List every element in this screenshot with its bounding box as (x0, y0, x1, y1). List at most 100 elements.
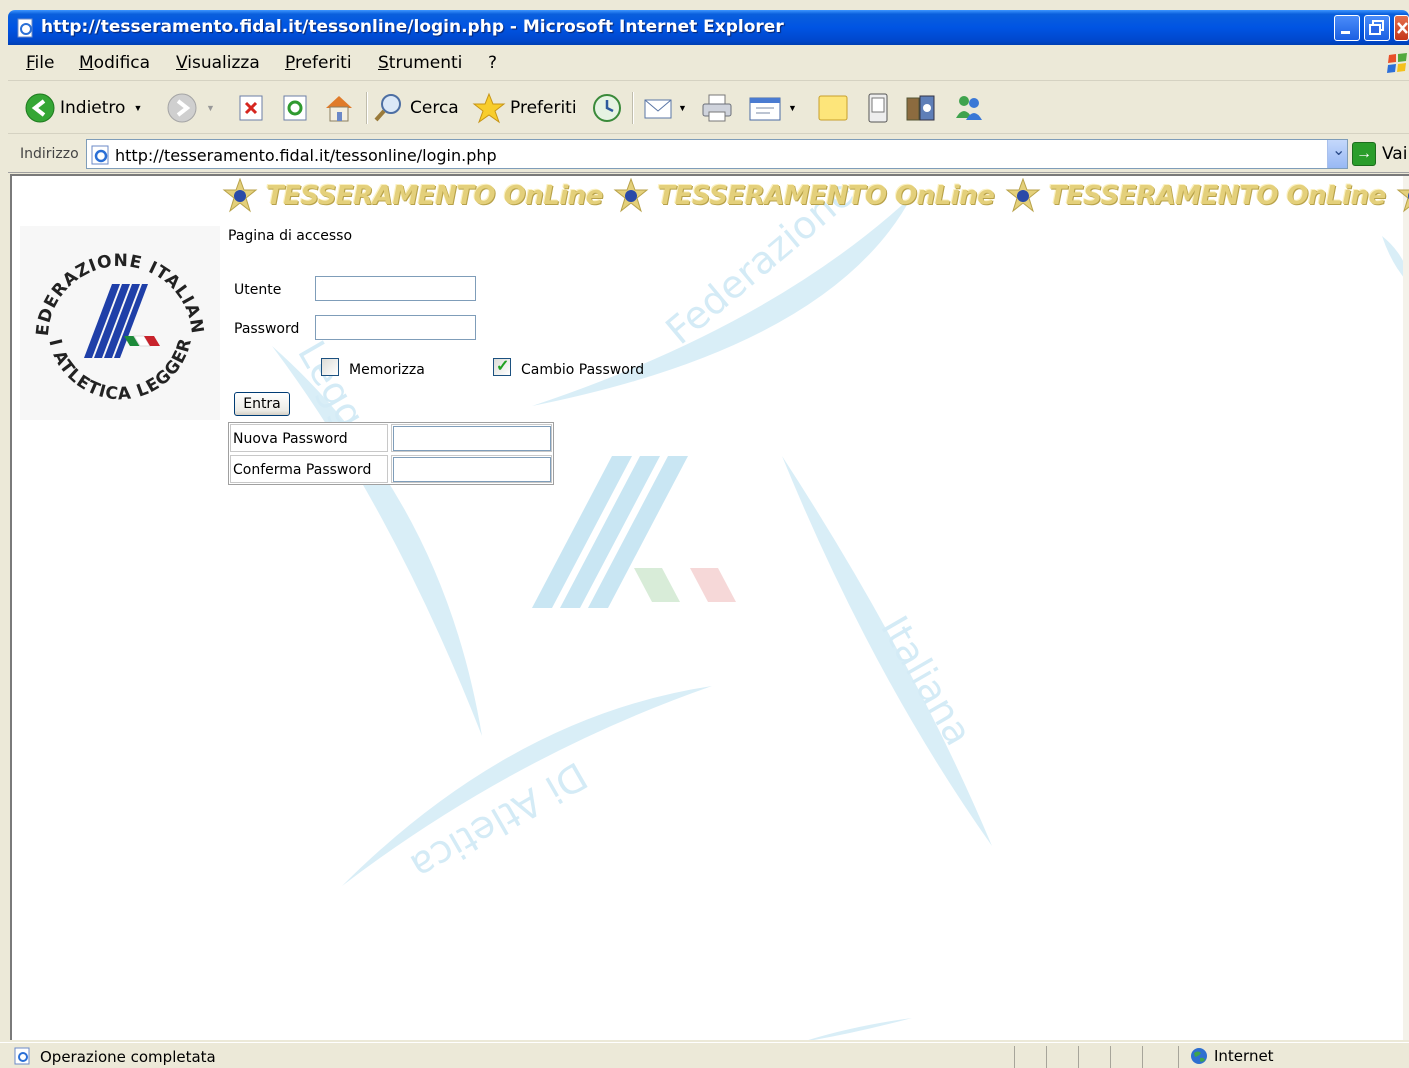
confirm-password-input[interactable] (393, 457, 551, 482)
watermark-italiana: Italiana (872, 609, 981, 753)
close-button[interactable] (1394, 15, 1409, 41)
fidal-badge-icon (613, 178, 649, 213)
go-button[interactable]: → Vai (1352, 141, 1407, 167)
windows-logo-icon (1387, 53, 1407, 73)
research-button[interactable] (864, 92, 892, 124)
edit-button[interactable]: ▼ (748, 92, 797, 124)
forward-button[interactable]: ▼ (166, 92, 215, 124)
menu-preferiti[interactable]: Preferiti (285, 53, 352, 73)
fidal-logo: FEDERAZIONE ITALIANA DI ATLETICA LEGGERA (20, 226, 220, 420)
print-button[interactable] (700, 92, 734, 124)
print-icon (702, 94, 732, 122)
status-text: Operazione completata (40, 1048, 216, 1066)
title-bar[interactable]: http://tesseramento.fidal.it/tessonline/… (8, 10, 1409, 45)
status-pane (1078, 1046, 1079, 1068)
edit-page-icon (749, 97, 781, 121)
go-label: Vai (1382, 144, 1408, 164)
menu-strumenti[interactable]: Strumenti (378, 53, 462, 73)
password-label: Password (234, 321, 300, 337)
stop-icon (239, 95, 263, 121)
status-pane (1014, 1046, 1015, 1068)
back-dropdown-icon[interactable]: ▼ (133, 103, 142, 113)
restore-icon (1369, 20, 1384, 35)
scrollbar[interactable] (1403, 176, 1409, 1040)
media-button[interactable] (904, 92, 938, 124)
refresh-button[interactable] (280, 92, 310, 124)
user-input[interactable] (315, 276, 476, 301)
mail-icon (644, 99, 672, 119)
status-pane (1142, 1046, 1143, 1068)
banner-text: TESSERAMENTO OnLine (1048, 181, 1386, 211)
new-password-row: Nuova Password (229, 423, 553, 454)
page-ie-icon (91, 145, 109, 165)
close-icon (1397, 22, 1408, 34)
minimize-icon (1341, 31, 1350, 34)
banner: TESSERAMENTO OnLine TESSERAMENTO OnLine … (222, 178, 1409, 220)
address-label: Indirizzo (20, 146, 79, 162)
forward-dropdown-icon[interactable]: ▼ (206, 103, 215, 113)
password-input[interactable] (315, 315, 476, 340)
menu-bar: File Modifica Visualizza Preferiti Strum… (8, 45, 1409, 81)
confirm-password-label: Conferma Password (230, 455, 388, 483)
new-password-input[interactable] (393, 426, 551, 451)
status-pane (1178, 1046, 1179, 1068)
back-label: Indietro (60, 98, 126, 118)
pda-icon (868, 93, 888, 123)
globe-icon (1191, 1048, 1207, 1064)
new-password-label: Nuova Password (230, 424, 388, 452)
status-bar: Operazione completata Internet (0, 1042, 1409, 1068)
search-button[interactable]: Cerca (372, 92, 459, 124)
status-pane (1110, 1046, 1111, 1068)
page-title: Pagina di accesso (228, 228, 353, 244)
address-input[interactable]: http://tesseramento.fidal.it/tessonline/… (86, 139, 1348, 169)
messenger-button[interactable] (952, 92, 986, 124)
restore-button[interactable] (1364, 15, 1390, 41)
banner-text: TESSERAMENTO OnLine (657, 181, 995, 211)
change-password-label: Cambio Password (521, 362, 645, 378)
back-button[interactable]: Indietro ▼ (24, 92, 142, 124)
page-content: Federazione Italiana Di Atletica Leggera… (10, 174, 1409, 1040)
address-dropdown-icon[interactable] (1327, 140, 1347, 168)
fidal-watermark: Federazione Italiana Di Atletica Leggera (272, 176, 1409, 1040)
fidal-badge-icon (222, 178, 258, 213)
status-pane (1046, 1046, 1047, 1068)
note-icon (818, 95, 848, 121)
messenger-icon (956, 96, 982, 120)
history-icon (593, 94, 621, 122)
discuss-button[interactable] (816, 92, 850, 124)
confirm-password-cell (391, 455, 552, 483)
home-button[interactable] (322, 92, 356, 124)
toolbar-separator (366, 92, 368, 124)
watermark-di-atletica: Di Atletica (403, 753, 594, 889)
menu-file[interactable]: File (26, 53, 54, 73)
mail-dropdown-icon[interactable]: ▼ (678, 103, 687, 113)
search-label: Cerca (410, 98, 459, 118)
new-password-table: Nuova Password Conferma Password (228, 422, 554, 485)
history-button[interactable] (590, 92, 624, 124)
favorites-star-icon (472, 92, 506, 124)
edit-dropdown-icon[interactable]: ▼ (788, 103, 797, 113)
page-status-icon (14, 1047, 30, 1065)
back-arrow-icon (25, 93, 55, 123)
fidal-badge-icon (1005, 178, 1041, 213)
mail-button[interactable]: ▼ (642, 92, 687, 124)
submit-button[interactable]: Entra (234, 392, 290, 416)
menu-visualizza[interactable]: Visualizza (176, 53, 260, 73)
banner-text: TESSERAMENTO OnLine (266, 181, 603, 211)
window-title: http://tesseramento.fidal.it/tessonline/… (41, 17, 784, 37)
ie-page-icon (17, 18, 33, 38)
menu-modifica[interactable]: Modifica (79, 53, 150, 73)
confirm-password-row: Conferma Password (229, 454, 553, 485)
media-icon (906, 95, 935, 121)
minimize-button[interactable] (1334, 15, 1360, 41)
home-icon (326, 96, 352, 122)
security-zone[interactable]: Internet (1190, 1047, 1274, 1065)
change-password-checkbox[interactable] (493, 356, 511, 376)
user-label: Utente (234, 282, 282, 298)
forward-arrow-icon (167, 93, 197, 123)
zone-label: Internet (1214, 1047, 1274, 1065)
remember-checkbox[interactable] (321, 358, 339, 376)
favorites-button[interactable]: Preferiti (472, 92, 577, 124)
stop-button[interactable] (236, 92, 266, 124)
menu-help[interactable]: ? (488, 53, 497, 73)
